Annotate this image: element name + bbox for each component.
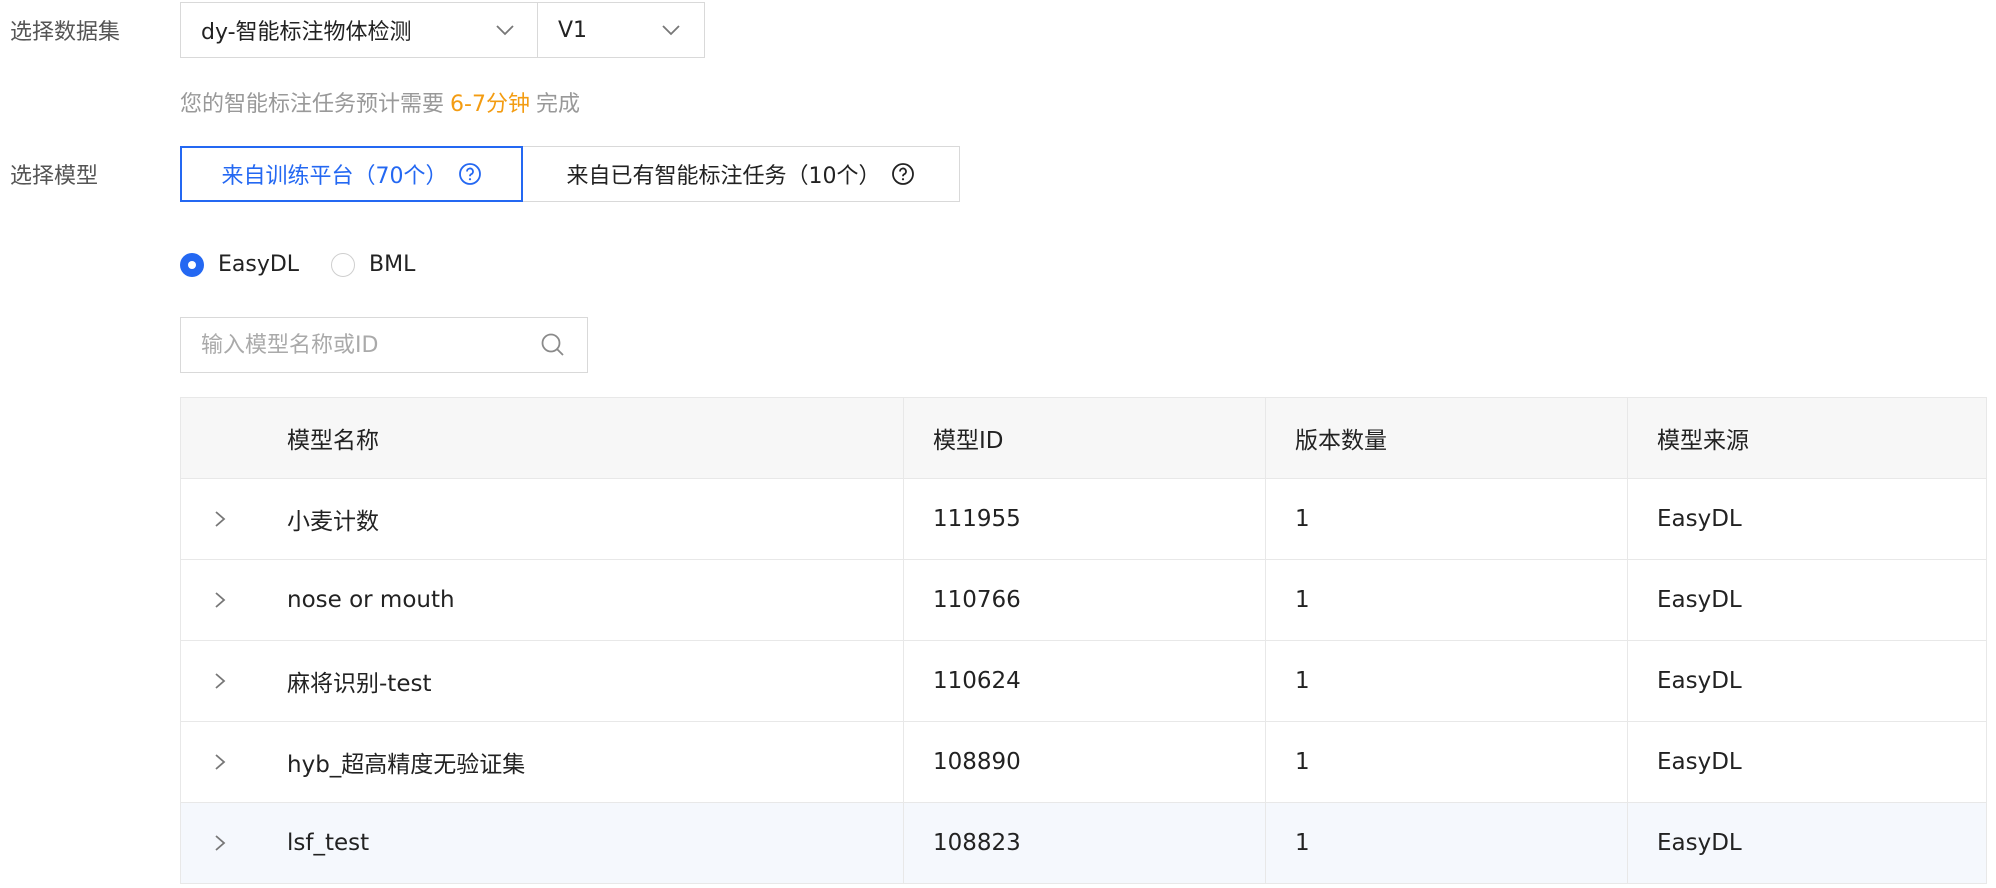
radio-easydl-label: EasyDL <box>218 252 300 277</box>
header-version-count: 版本数量 <box>1266 398 1628 478</box>
hint-suffix: 完成 <box>535 92 580 117</box>
dataset-select-value: dy-智能标注物体检测 <box>201 20 412 45</box>
model-table: 模型名称 模型ID 版本数量 模型来源 小麦计数 111955 1 EasyDL… <box>180 397 1987 884</box>
chevron-down-icon <box>496 25 514 36</box>
tab-training-platform[interactable]: 来自训练平台（70个） <box>180 146 523 202</box>
cell-model-name: nose or mouth <box>258 560 904 640</box>
help-icon[interactable] <box>458 162 482 186</box>
cell-model-id: 110624 <box>904 641 1266 721</box>
cell-version-count: 1 <box>1266 479 1628 559</box>
radio-easydl[interactable]: EasyDL <box>180 252 299 277</box>
search-input[interactable] <box>181 331 539 359</box>
cell-model-name: 麻将识别-test <box>258 641 904 721</box>
cell-model-source: EasyDL <box>1657 506 1742 532</box>
tab-training-platform-label: 来自训练平台（70个） <box>221 164 448 189</box>
table-row[interactable]: hyb_超高精度无验证集 108890 1 EasyDL <box>181 722 1986 803</box>
row-expander[interactable] <box>181 479 258 559</box>
hint-time: 6-7分钟 <box>450 92 530 117</box>
cell-model-source: EasyDL <box>1657 668 1742 694</box>
cell-model-id: 108823 <box>904 803 1266 883</box>
header-model-id: 模型ID <box>904 398 1266 478</box>
chevron-down-icon <box>662 25 680 36</box>
chevron-right-icon[interactable] <box>210 590 230 610</box>
chevron-right-icon[interactable] <box>210 752 230 772</box>
cell-version-count: 1 <box>1266 641 1628 721</box>
cell-version-count: 1 <box>1266 722 1628 802</box>
table-header: 模型名称 模型ID 版本数量 模型来源 <box>181 398 1986 479</box>
cell-model-name: hyb_超高精度无验证集 <box>258 722 904 802</box>
cell-model-name: 小麦计数 <box>258 479 904 559</box>
table-row[interactable]: 麻将识别-test 110624 1 EasyDL <box>181 641 1986 722</box>
cell-version-count: 1 <box>1266 803 1628 883</box>
estimate-hint: 您的智能标注任务预计需要 6-7分钟 完成 <box>180 86 580 118</box>
chevron-right-icon[interactable] <box>210 671 230 691</box>
table-row[interactable]: lsf_test 108823 1 EasyDL <box>181 803 1986 884</box>
radio-bml-label: BML <box>369 252 416 277</box>
radio-bml-dot[interactable] <box>331 252 355 277</box>
cell-model-id: 111955 <box>904 479 1266 559</box>
tab-existing-tasks-label: 来自已有智能标注任务（10个） <box>566 164 881 189</box>
cell-model-name: lsf_test <box>258 803 904 883</box>
cell-model-source: EasyDL <box>1657 587 1742 613</box>
version-select-value: V1 <box>558 17 588 43</box>
model-search[interactable] <box>180 317 588 373</box>
row-expander[interactable] <box>181 803 258 883</box>
cell-model-id: 108890 <box>904 722 1266 802</box>
table-row[interactable]: nose or mouth 110766 1 EasyDL <box>181 560 1986 641</box>
search-icon[interactable] <box>539 331 567 359</box>
row-expander[interactable] <box>181 560 258 640</box>
chevron-right-icon[interactable] <box>210 833 230 853</box>
cell-model-source: EasyDL <box>1657 749 1742 775</box>
cell-model-source: EasyDL <box>1657 830 1742 856</box>
hint-prefix: 您的智能标注任务预计需要 <box>180 92 445 117</box>
header-model-source: 模型来源 <box>1657 428 1749 454</box>
version-select[interactable]: V1 <box>537 2 705 58</box>
dataset-label: 选择数据集 <box>10 20 121 45</box>
radio-easydl-dot[interactable] <box>180 252 204 277</box>
tab-existing-tasks[interactable]: 来自已有智能标注任务（10个） <box>521 146 960 202</box>
table-row[interactable]: 小麦计数 111955 1 EasyDL <box>181 479 1986 560</box>
cell-model-id: 110766 <box>904 560 1266 640</box>
dataset-select[interactable]: dy-智能标注物体检测 <box>180 2 539 58</box>
header-expand-col <box>181 398 258 478</box>
row-expander[interactable] <box>181 722 258 802</box>
help-icon[interactable] <box>891 162 915 186</box>
header-model-name: 模型名称 <box>258 398 904 478</box>
radio-bml[interactable]: BML <box>331 252 415 277</box>
cell-version-count: 1 <box>1266 560 1628 640</box>
model-label: 选择模型 <box>10 164 99 189</box>
row-expander[interactable] <box>181 641 258 721</box>
chevron-right-icon[interactable] <box>210 509 230 529</box>
